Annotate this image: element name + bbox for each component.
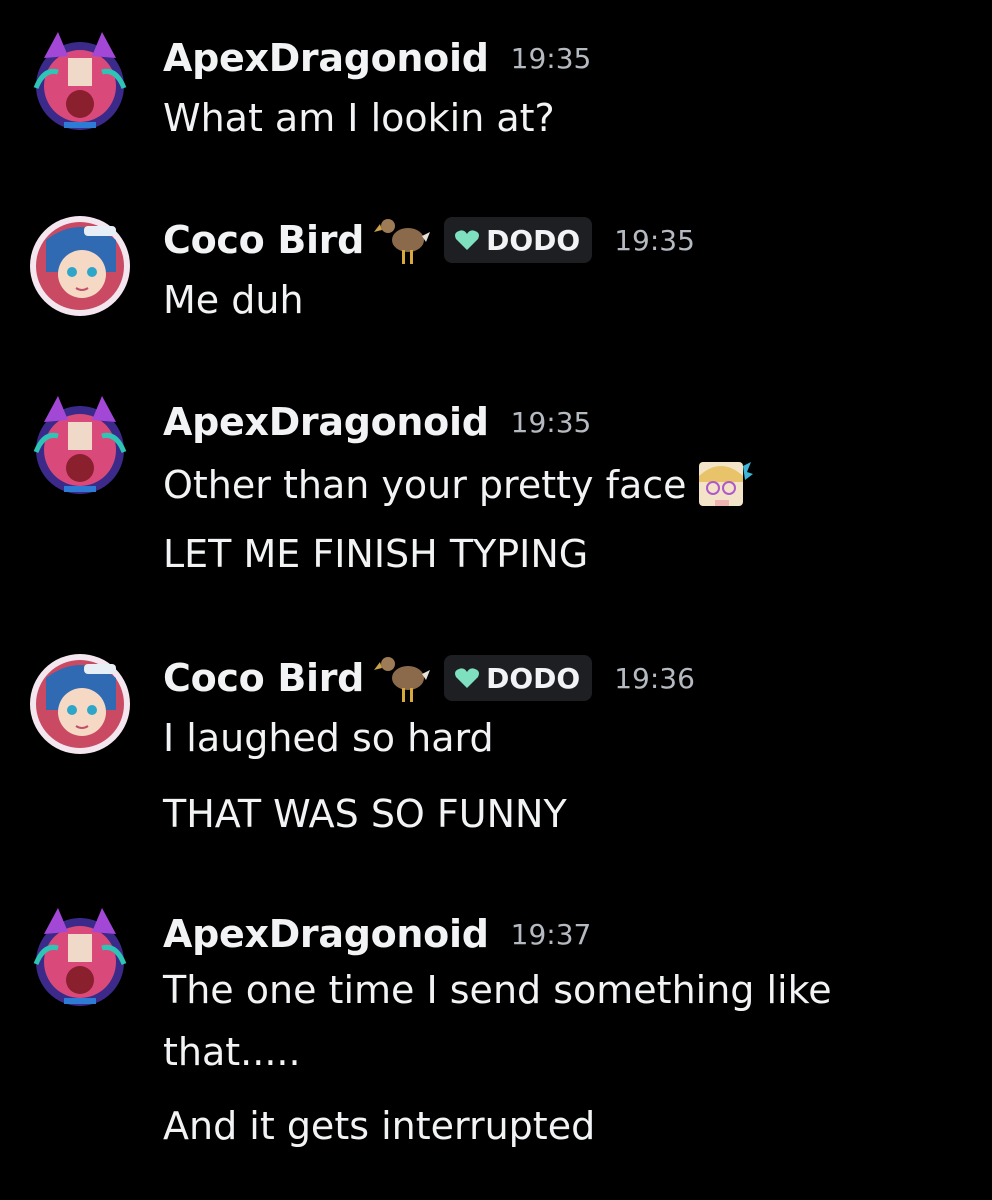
dodo-bird-emoji [374,212,432,268]
anime-face-emoji [695,460,753,510]
green-heart-icon [455,668,480,688]
message-header: ApexDragonoid 19:35 [163,392,591,452]
username[interactable]: Coco Bird [163,218,364,262]
message-text: And it gets interrupted [163,1104,596,1148]
coco-avatar[interactable] [24,210,136,322]
username[interactable]: ApexDragonoid [163,36,489,80]
message-header: Coco Bird DODO 19:35 [163,210,695,270]
message-text: What am I lookin at? [163,96,555,140]
username[interactable]: Coco Bird [163,656,364,700]
coco-avatar[interactable] [24,648,136,760]
message-text: I laughed so hard [163,716,494,760]
role-tag-label: DODO [486,223,581,257]
apex-avatar[interactable] [24,904,136,1016]
apex-avatar[interactable] [24,392,136,504]
timestamp: 19:35 [614,223,695,257]
message-text: LET ME FINISH TYPING [163,532,589,576]
message-text: The one time I send something like [163,968,832,1012]
username[interactable]: ApexDragonoid [163,400,489,444]
role-tag[interactable]: DODO [444,217,593,263]
username[interactable]: ApexDragonoid [163,912,489,956]
message-text: that..... [163,1030,301,1074]
timestamp: 19:35 [510,405,592,439]
dodo-bird-emoji [374,650,432,706]
apex-avatar[interactable] [24,28,136,140]
timestamp: 19:36 [614,661,695,695]
message-text: THAT WAS SO FUNNY [163,792,567,836]
message-text: Me duh [163,278,304,322]
message-header: Coco Bird DODO 19:36 [163,648,695,708]
message-header: ApexDragonoid 19:35 [163,28,591,88]
timestamp: 19:37 [510,917,592,951]
role-tag-label: DODO [486,661,581,695]
role-tag[interactable]: DODO [444,655,593,701]
green-heart-icon [455,230,480,250]
message-text: Other than your pretty face [163,463,687,507]
timestamp: 19:35 [510,41,592,75]
message-text-row: Other than your pretty face [163,460,753,510]
message-header: ApexDragonoid 19:37 [163,904,591,964]
